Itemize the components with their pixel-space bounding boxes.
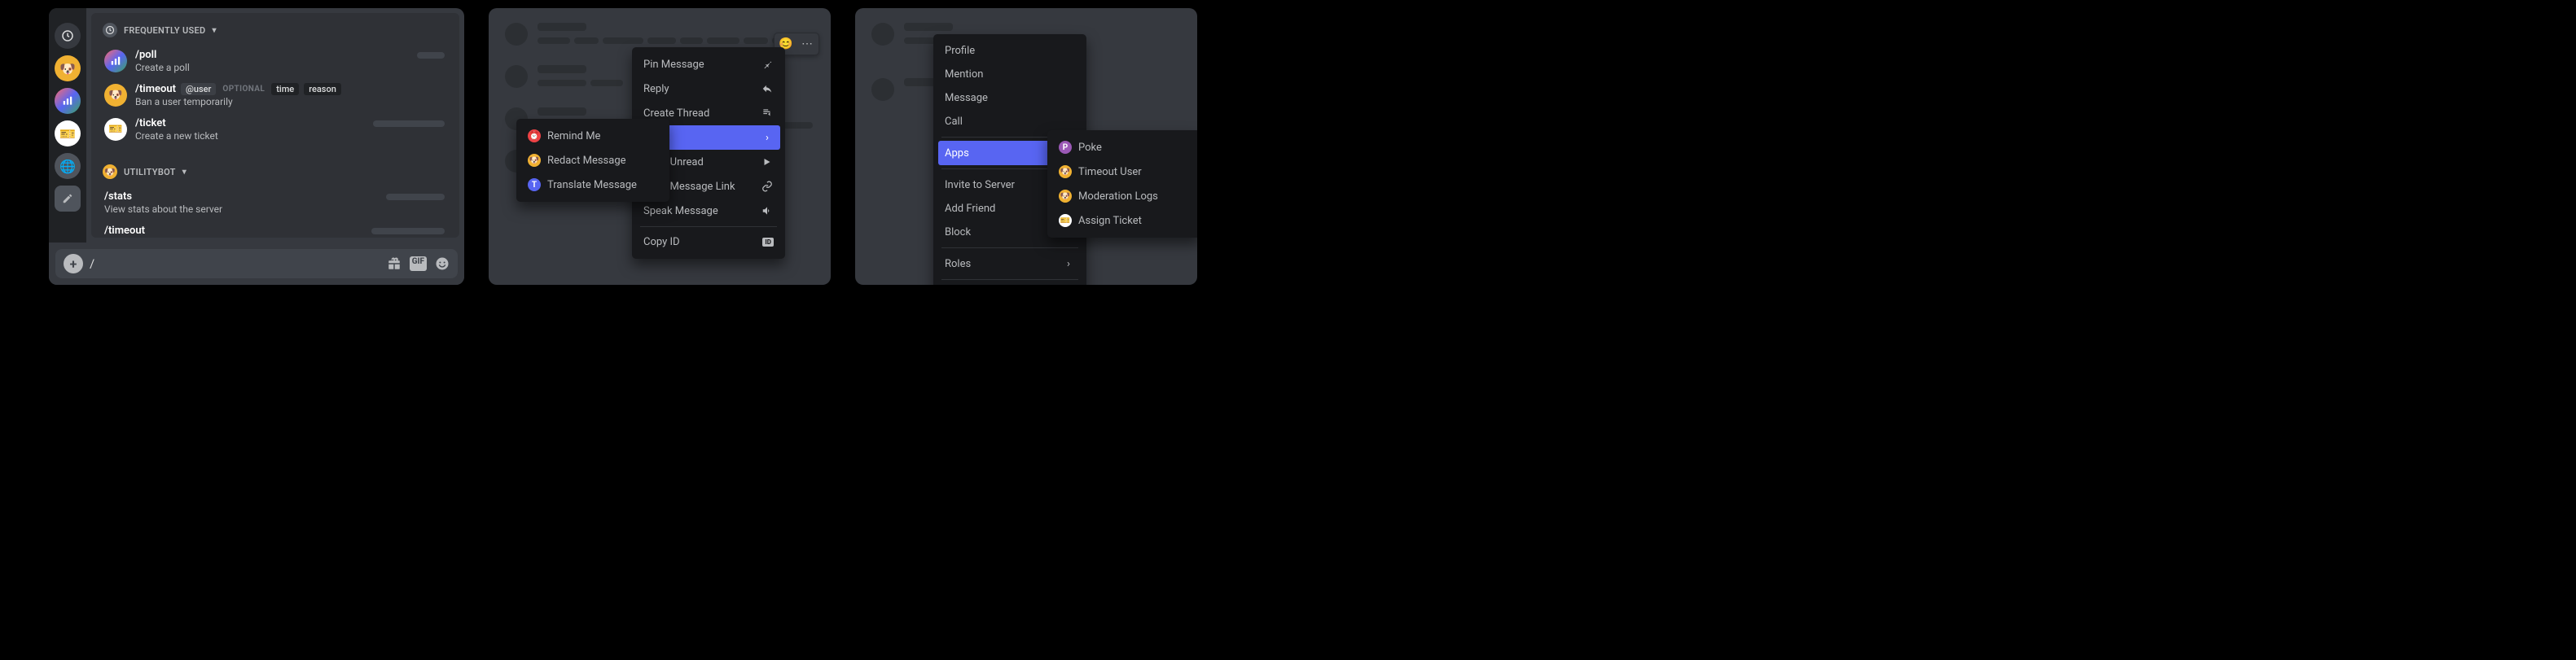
app-icon: T [528, 178, 541, 191]
param-reason: reason [304, 83, 341, 95]
speaker-icon [761, 204, 774, 217]
message-context-panel: 😊 ⋯ Pin Message Reply Create Thread Apps… [489, 8, 831, 285]
command-description: View stats about the server [104, 203, 222, 215]
placeholder-bar [373, 120, 445, 127]
more-icon[interactable]: ⋯ [798, 36, 816, 52]
command-description: Create a poll [135, 62, 190, 73]
menu-copy-id[interactable]: Copy ID ID [637, 230, 780, 254]
apps-submenu: PPoke 🐶Timeout User 🐶Moderation Logs 🎫As… [1047, 130, 1197, 238]
poll-bot-icon [104, 50, 127, 72]
pin-icon [761, 58, 774, 71]
clock-icon[interactable] [55, 23, 81, 49]
gif-icon[interactable]: GIF [410, 256, 427, 271]
menu-mention[interactable]: Mention [938, 63, 1082, 86]
server-icon-ticket[interactable]: 🎫 [55, 120, 81, 146]
menu-message[interactable]: Message [938, 86, 1082, 110]
command-title: /timeout [135, 83, 176, 95]
chevron-right-icon: › [761, 131, 774, 144]
dog-bot-icon: 🐶 [104, 84, 127, 107]
menu-reply[interactable]: Reply [637, 76, 780, 101]
command-description: Create a new ticket [135, 130, 218, 142]
param-time: time [271, 83, 299, 95]
app-remind-me[interactable]: ⏰Remind Me [521, 124, 665, 148]
command-ticket[interactable]: 🎫 /ticket Create a new ticket [98, 112, 453, 146]
thread-icon [761, 107, 774, 120]
app-redact[interactable]: 🐶Redact Message [521, 148, 665, 173]
app-poke[interactable]: PPoke [1052, 135, 1196, 160]
placeholder-bar [417, 52, 445, 59]
server-icon-dog[interactable]: 🐶 [55, 55, 81, 81]
section-frequently-used[interactable]: Frequently Used ▾ [91, 13, 459, 42]
command-timeout[interactable]: 🐶 /timeout @user OPTIONAL time reason Ba… [98, 78, 453, 112]
app-icon: 🐶 [528, 154, 541, 167]
command-title: /stats [104, 190, 222, 203]
app-moderation-logs[interactable]: 🐶Moderation Logs [1052, 184, 1196, 208]
section-label: Frequently Used [124, 25, 206, 36]
app-icon: 🐶 [1059, 190, 1072, 203]
command-title: /ticket [135, 117, 218, 129]
user-context-panel: Profile Mention Message Call Apps › Invi… [855, 8, 1197, 285]
command-poll[interactable]: /poll Create a poll [98, 44, 453, 78]
command-description: Ban a user temporarily [135, 96, 341, 107]
utilitybot-icon: 🐶 [103, 164, 117, 179]
message-composer: + / GIF [49, 243, 464, 285]
chevron-down-icon: ▾ [182, 168, 187, 177]
command-picker: Frequently Used ▾ /poll Create a poll 🐶 [91, 13, 459, 238]
server-icon-globe[interactable]: 🌐 [55, 153, 81, 179]
section-label: UtilityBot [124, 167, 176, 177]
chevron-down-icon: ▾ [213, 26, 217, 35]
reply-icon [761, 82, 774, 95]
composer-input[interactable]: / [90, 256, 380, 271]
unread-icon [761, 155, 774, 168]
optional-label: OPTIONAL [222, 85, 265, 94]
menu-speak[interactable]: Speak Message [637, 199, 780, 223]
app-translate[interactable]: TTranslate Message [521, 173, 665, 197]
app-timeout-user[interactable]: 🐶Timeout User [1052, 160, 1196, 184]
server-icon-edit[interactable] [55, 186, 81, 212]
app-icon: 🐶 [1059, 165, 1072, 178]
menu-roles[interactable]: Roles › [938, 251, 1082, 276]
command-timeout[interactable]: /timeout Ban a user temporarily [98, 220, 453, 238]
menu-copy-id[interactable]: Copy ID ID [938, 283, 1082, 285]
app-icon: 🎫 [1059, 214, 1072, 227]
apps-submenu: ⏰Remind Me 🐶Redact Message TTranslate Me… [516, 119, 669, 202]
menu-pin[interactable]: Pin Message [637, 52, 780, 76]
clock-icon [103, 23, 117, 37]
command-title: /poll [135, 49, 190, 61]
chevron-right-icon: › [1062, 257, 1075, 270]
command-title: /timeout [104, 225, 202, 237]
id-icon: ID [762, 238, 774, 247]
server-icon-poll[interactable] [55, 88, 81, 114]
app-assign-ticket[interactable]: 🎫Assign Ticket [1052, 208, 1196, 233]
app-icon: ⏰ [528, 129, 541, 142]
ticket-bot-icon: 🎫 [104, 118, 127, 141]
server-rail: 🐶 🎫 🌐 [49, 8, 86, 243]
link-icon [761, 180, 774, 193]
gift-icon[interactable] [387, 256, 402, 271]
menu-profile[interactable]: Profile [938, 39, 1082, 63]
slash-command-panel: 🐶 🎫 🌐 Frequently Used ▾ [49, 8, 464, 285]
app-icon: P [1059, 141, 1072, 154]
placeholder-bar [386, 194, 445, 200]
attach-button[interactable]: + [64, 254, 83, 273]
section-utilitybot[interactable]: 🐶 UtilityBot ▾ [91, 155, 459, 184]
param-user: @user [181, 83, 216, 95]
placeholder-bar [371, 228, 445, 234]
emoji-icon[interactable] [435, 256, 450, 271]
command-stats[interactable]: /stats View stats about the server [98, 186, 453, 220]
